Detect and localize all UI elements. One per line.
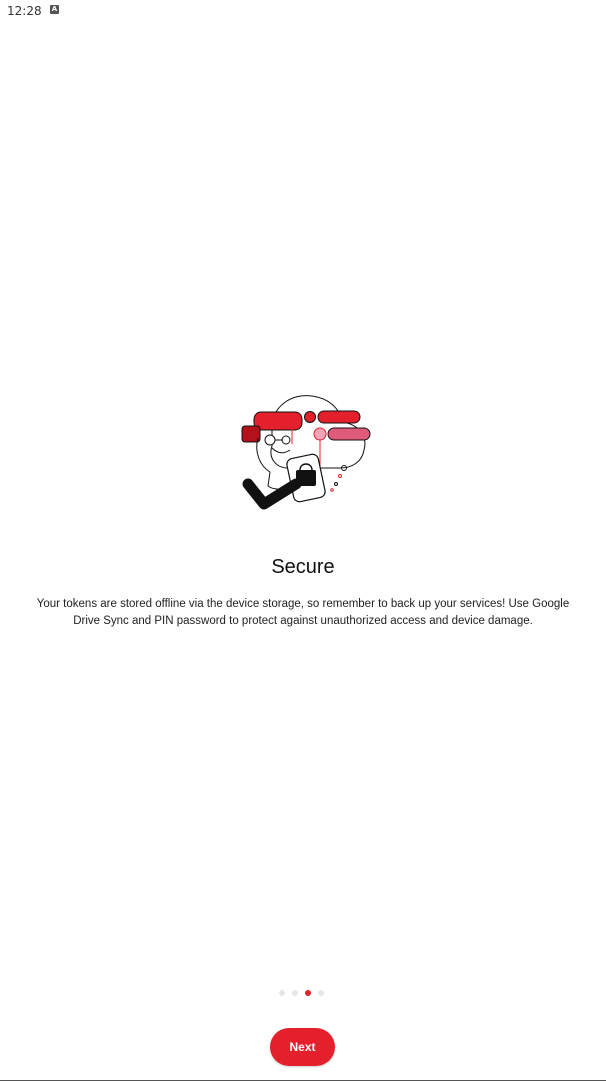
page-dot-2 — [292, 990, 298, 996]
onboarding-title: Secure — [271, 556, 335, 578]
red-dot — [304, 411, 316, 423]
glasses-right — [281, 435, 291, 445]
red-pill-1 — [253, 411, 303, 431]
a-icon: A — [50, 5, 59, 14]
secure-illustration — [241, 395, 371, 510]
glasses-left — [264, 434, 276, 446]
red-pill-2 — [317, 410, 361, 424]
onboarding-description: Your tokens are stored offline via the d… — [36, 598, 570, 627]
page-dot-4 — [318, 990, 324, 996]
page-dot-3-active — [305, 990, 311, 996]
pink-dot — [313, 427, 327, 441]
check-mark-icon — [242, 478, 302, 510]
status-time: 12:28 — [7, 4, 42, 18]
page-indicator — [279, 990, 324, 998]
page-dot-1 — [279, 990, 285, 996]
status-bar: 12:28 A — [0, 0, 606, 22]
pink-pill — [327, 427, 371, 441]
next-button[interactable]: Next — [270, 1028, 335, 1066]
